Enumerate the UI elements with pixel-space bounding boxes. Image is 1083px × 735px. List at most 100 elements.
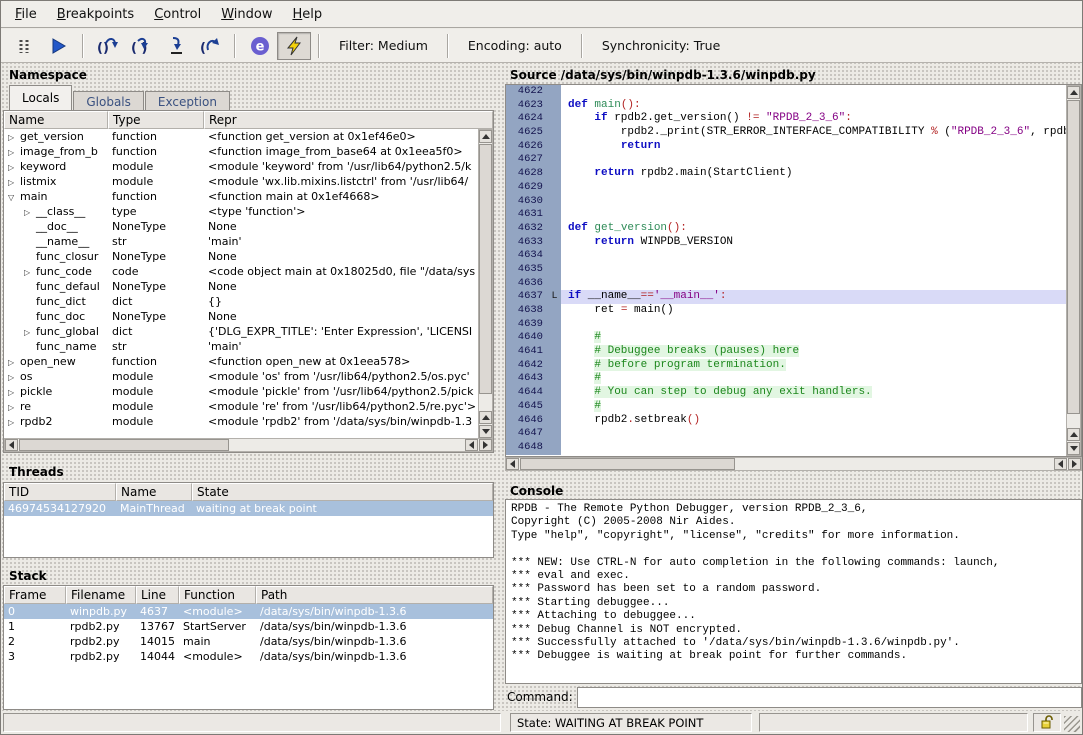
expander-icon[interactable]: ▷ <box>8 370 20 384</box>
source-line[interactable]: 4628 return rpdb2.main(StartClient) <box>506 167 1066 181</box>
scrollbar-thumb[interactable] <box>520 458 735 470</box>
source-line[interactable]: 4642 # before program termination. <box>506 359 1066 373</box>
source-line[interactable]: 4631 <box>506 208 1066 222</box>
source-line[interactable]: 4623def main(): <box>506 99 1066 113</box>
namespace-row[interactable]: ▷picklemodule<module 'pickle' from '/usr… <box>4 384 478 399</box>
expander-icon[interactable]: ▷ <box>8 160 20 174</box>
menu-breakpoints[interactable]: Breakpoints <box>47 3 144 26</box>
column-header-path[interactable]: Path <box>256 586 493 604</box>
namespace-row[interactable]: ▷get_versionfunction<function get_versio… <box>4 129 478 144</box>
namespace-row[interactable]: ▷open_newfunction<function open_new at 0… <box>4 354 478 369</box>
source-line[interactable]: 4643 # <box>506 372 1066 386</box>
namespace-row[interactable]: ▷rpdb2module<module 'rpdb2' from '/data/… <box>4 414 478 429</box>
scroll-up-button[interactable] <box>1067 86 1080 99</box>
namespace-row[interactable]: func_closurNoneTypeNone <box>4 249 478 264</box>
column-header-name[interactable]: Name <box>116 483 192 501</box>
scroll-up-button[interactable] <box>479 411 492 424</box>
expander-icon[interactable]: ▷ <box>8 415 20 429</box>
break-button[interactable] <box>7 32 41 60</box>
namespace-row[interactable]: ▷listmixmodule<module 'wx.lib.mixins.lis… <box>4 174 478 189</box>
expander-icon[interactable]: ▷ <box>8 130 20 144</box>
expander-icon[interactable]: ▷ <box>8 175 20 189</box>
console-output[interactable]: RPDB - The Remote Python Debugger, versi… <box>505 499 1082 684</box>
namespace-row[interactable]: ▷func_codecode<code object main at 0x180… <box>4 264 478 279</box>
expander-icon[interactable]: ▽ <box>8 190 20 204</box>
expander-icon[interactable]: ▷ <box>8 385 20 399</box>
scrollbar-thumb[interactable] <box>19 439 229 451</box>
column-header-name[interactable]: Name <box>4 111 108 129</box>
step-into-button[interactable]: ( ) <box>125 32 159 60</box>
column-header-repr[interactable]: Repr <box>204 111 493 129</box>
scroll-right-button[interactable] <box>479 439 492 451</box>
namespace-row[interactable]: ▷__class__type<type 'function'> <box>4 204 478 219</box>
source-line[interactable]: 4637Lif __name__=='__main__': <box>506 290 1066 304</box>
scroll-up-button[interactable] <box>479 130 492 143</box>
source-line[interactable]: 4648 <box>506 441 1066 455</box>
source-line[interactable]: 4629 <box>506 181 1066 195</box>
source-line[interactable]: 4647 <box>506 427 1066 441</box>
expander-icon[interactable]: ▷ <box>8 355 20 369</box>
namespace-row[interactable]: ▷image_from_bfunction<function image_fro… <box>4 144 478 159</box>
namespace-row[interactable]: ▷keywordmodule<module 'keyword' from '/u… <box>4 159 478 174</box>
expander-icon[interactable]: ▷ <box>8 145 20 159</box>
source-line[interactable]: 4639 <box>506 318 1066 332</box>
scroll-left-button[interactable] <box>1054 458 1067 470</box>
stack-frame-row[interactable]: 0winpdb.py4637<module>/data/sys/bin/winp… <box>4 604 493 619</box>
column-header-tid[interactable]: TID <box>4 483 116 501</box>
go-button[interactable] <box>41 32 75 60</box>
source-line[interactable]: 4622 <box>506 85 1066 99</box>
source-line[interactable]: 4632def get_version(): <box>506 222 1066 236</box>
scrollbar-thumb[interactable] <box>479 144 492 394</box>
stack-frame-row[interactable]: 1rpdb2.py13767StartServer/data/sys/bin/w… <box>4 619 493 634</box>
source-line[interactable]: 4645 # <box>506 400 1066 414</box>
scrollbar-thumb[interactable] <box>1067 100 1080 414</box>
scroll-down-button[interactable] <box>479 425 492 438</box>
scroll-right-button[interactable] <box>1068 458 1081 470</box>
scroll-left-button[interactable] <box>465 439 478 451</box>
column-header-function[interactable]: Function <box>179 586 256 604</box>
namespace-row[interactable]: ▽mainfunction<function main at 0x1ef4668… <box>4 189 478 204</box>
source-line[interactable]: 4640 # <box>506 331 1066 345</box>
scroll-left-button[interactable] <box>506 458 519 470</box>
source-vertical-scrollbar[interactable] <box>1066 85 1081 456</box>
source-line[interactable]: 4635 <box>506 263 1066 277</box>
expander-icon[interactable]: ▷ <box>24 265 36 279</box>
run-to-cursor-button[interactable]: ( <box>193 32 227 60</box>
namespace-horizontal-scrollbar[interactable] <box>4 438 493 452</box>
expander-icon[interactable]: ▷ <box>24 325 36 339</box>
source-line[interactable]: 4626 return <box>506 140 1066 154</box>
menu-help[interactable]: Help <box>282 3 332 26</box>
column-header-type[interactable]: Type <box>108 111 204 129</box>
namespace-row[interactable]: __doc__NoneTypeNone <box>4 219 478 234</box>
menu-window[interactable]: Window <box>211 3 282 26</box>
namespace-row[interactable]: __name__str'main' <box>4 234 478 249</box>
source-line[interactable]: 4625 rpdb2._print(STR_ERROR_INTERFACE_CO… <box>506 126 1066 140</box>
menu-file[interactable]: File <box>5 3 47 26</box>
step-over-button[interactable]: () <box>91 32 125 60</box>
source-line[interactable]: 4633 return WINPDB_VERSION <box>506 236 1066 250</box>
synchronicity-button[interactable] <box>277 32 311 60</box>
column-header-filename[interactable]: Filename <box>66 586 136 604</box>
source-line[interactable]: 4641 # Debuggee breaks (pauses) here <box>506 345 1066 359</box>
scroll-left-button[interactable] <box>5 439 18 451</box>
step-out-button[interactable] <box>159 32 193 60</box>
source-code-area[interactable]: 46224623def main():4624 if rpdb2.get_ver… <box>505 84 1082 457</box>
namespace-row[interactable]: ▷func_globaldict{'DLG_EXPR_TITLE': 'Ente… <box>4 324 478 339</box>
stack-frame-row[interactable]: 2rpdb2.py14015main/data/sys/bin/winpdb-1… <box>4 634 493 649</box>
namespace-row[interactable]: func_docNoneTypeNone <box>4 309 478 324</box>
stack-frame-row[interactable]: 3rpdb2.py14044<module>/data/sys/bin/winp… <box>4 649 493 664</box>
tab-locals[interactable]: Locals <box>9 85 72 110</box>
namespace-vertical-scrollbar[interactable] <box>478 129 493 439</box>
expander-icon[interactable]: ▷ <box>8 400 20 414</box>
encoding-button[interactable]: e <box>243 32 277 60</box>
namespace-row[interactable]: ▷osmodule<module 'os' from '/usr/lib64/p… <box>4 369 478 384</box>
namespace-row[interactable]: func_defaulNoneTypeNone <box>4 279 478 294</box>
source-horizontal-scrollbar[interactable] <box>505 457 1082 471</box>
source-line[interactable]: 4638 ret = main() <box>506 304 1066 318</box>
source-line[interactable]: 4624 if rpdb2.get_version() != "RPDB_2_3… <box>506 112 1066 126</box>
column-header-state[interactable]: State <box>192 483 493 501</box>
namespace-row[interactable]: ▷remodule<module 're' from '/usr/lib64/p… <box>4 399 478 414</box>
namespace-row[interactable]: func_dictdict{} <box>4 294 478 309</box>
window-resize-grip[interactable] <box>1064 716 1080 732</box>
column-header-line[interactable]: Line <box>136 586 179 604</box>
